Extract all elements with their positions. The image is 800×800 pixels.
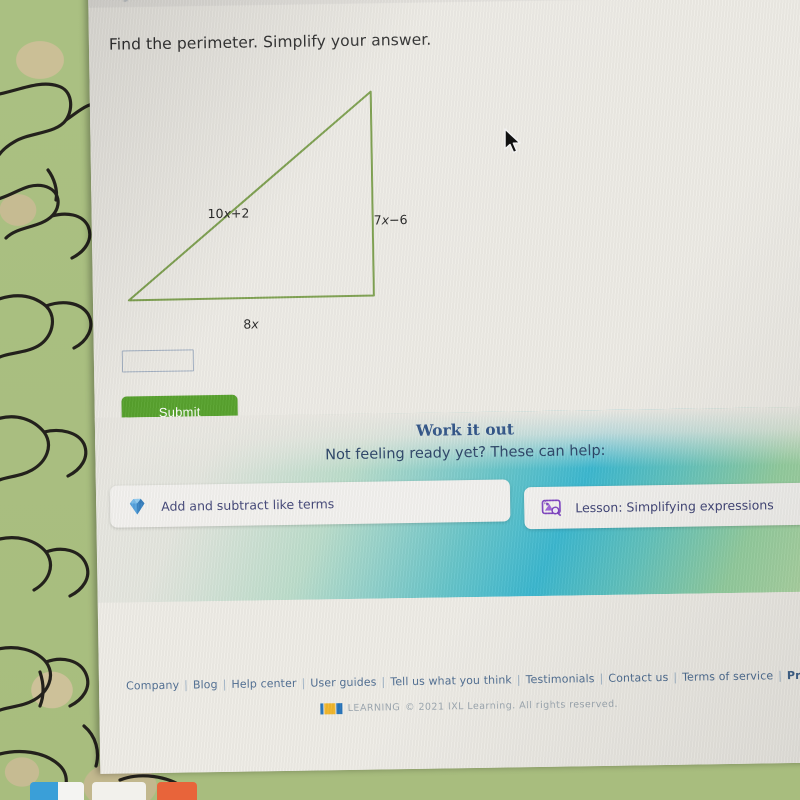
triangle-svg xyxy=(127,90,375,302)
work-it-out-section: Work it out Not feeling ready yet? These… xyxy=(94,406,800,603)
desk-tab-white xyxy=(92,782,146,800)
help-cards-row: Add and subtract like terms A Lesson: Si… xyxy=(96,474,800,538)
breadcrumb-course[interactable]: Algebra 1 xyxy=(112,0,162,2)
footer-link-separator: | xyxy=(599,671,604,686)
footer-copyright-text: © 2021 IXL Learning. All rights reserved… xyxy=(405,698,619,714)
footer-link-separator: | xyxy=(516,673,521,687)
footer-link-separator: | xyxy=(381,675,386,689)
desk-tab-orange xyxy=(157,782,197,800)
footer-links[interactable]: Company | Blog | Help center | User guides | Tel… xyxy=(99,668,800,693)
footer-link-separator: | xyxy=(778,669,783,683)
help-card-lesson[interactable]: A Lesson: Simplifying expressions xyxy=(523,482,800,530)
footer-link[interactable]: Help center xyxy=(231,677,296,691)
help-card-skill-label: Add and subtract like terms xyxy=(161,495,335,514)
footer-link[interactable]: Blog xyxy=(193,678,218,691)
footer-link-separator: | xyxy=(222,677,227,691)
footer-brand: LEARNING xyxy=(347,702,401,715)
footer-link[interactable]: Company xyxy=(126,679,179,693)
diamond-icon xyxy=(129,498,145,515)
triangle-label-base: 8x xyxy=(243,316,259,332)
help-card-skill[interactable]: Add and subtract like terms xyxy=(109,479,511,528)
site-footer: Company | Blog | Help center | User guides | Tel… xyxy=(97,591,800,774)
laptop-screen: Algebra 1 > Z.10 Add polynomials Find th… xyxy=(88,0,800,774)
desk-tab-blue xyxy=(30,782,84,800)
help-card-lesson-label: Lesson: Simplifying expressions xyxy=(575,496,774,515)
footer-link[interactable]: Terms of service xyxy=(682,669,773,683)
footer-link-separator: | xyxy=(301,676,306,690)
mouse-cursor-icon xyxy=(504,128,521,154)
breadcrumb-separator: > xyxy=(171,0,180,1)
triangle-label-hypotenuse: 10x+2 xyxy=(207,205,250,222)
footer-link[interactable]: Testimonials xyxy=(526,672,595,686)
triangle-label-right-side: 7x−6 xyxy=(373,212,408,228)
footer-link[interactable]: Priv xyxy=(787,669,800,682)
footer-link[interactable]: User guides xyxy=(310,676,376,690)
footer-copyright: LEARNING © 2021 IXL Learning. All rights… xyxy=(99,695,800,718)
breadcrumb-lesson[interactable]: Z.10 Add polynomials xyxy=(189,0,302,1)
footer-link-separator: | xyxy=(184,678,189,692)
footer-link[interactable]: Tell us what you think xyxy=(390,673,512,688)
answer-input[interactable] xyxy=(121,349,195,373)
footer-link-separator: | xyxy=(673,670,678,684)
question-prompt: Find the perimeter. Simplify your answer… xyxy=(108,30,432,54)
ixl-logo xyxy=(320,703,343,715)
triangle-outline xyxy=(127,90,375,302)
triangle-figure: 10x+2 7x−6 8x xyxy=(89,51,513,332)
lesson-video-icon: A xyxy=(541,499,561,517)
footer-link[interactable]: Contact us xyxy=(608,671,668,685)
